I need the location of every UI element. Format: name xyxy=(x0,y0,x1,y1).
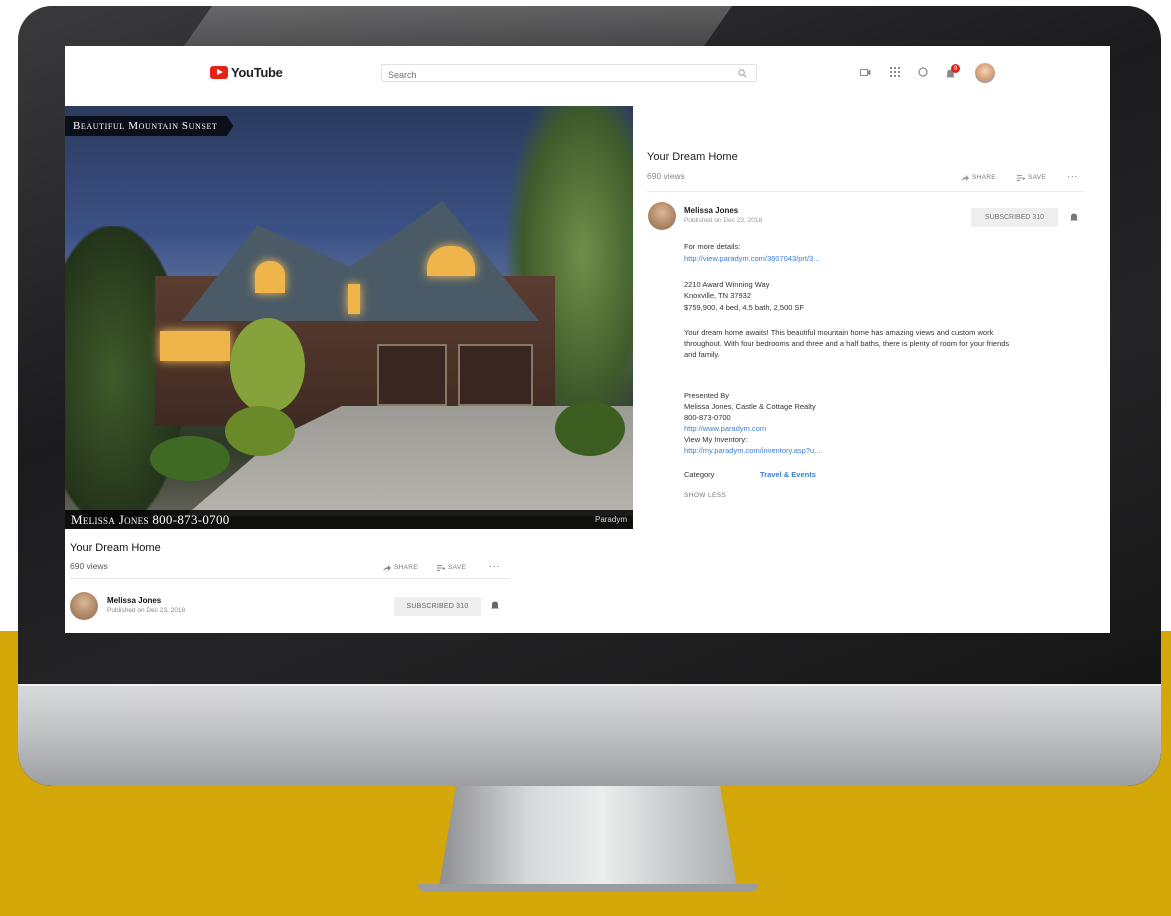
monitor-stand xyxy=(438,786,738,892)
channel-avatar[interactable] xyxy=(70,592,98,620)
show-less-button[interactable]: SHOW LESS xyxy=(684,492,726,499)
video-scene-shrub xyxy=(225,406,295,456)
house-window xyxy=(255,261,285,293)
house-window xyxy=(348,284,360,314)
agent-line: Melissa Jones, Castle & Cottage Realty xyxy=(684,402,816,411)
channel-name[interactable]: Melissa Jones xyxy=(684,206,738,215)
view-count: 690 views xyxy=(647,171,685,181)
video-overlay-title: Beautiful Mountain Sunset xyxy=(65,116,234,136)
bell-icon[interactable] xyxy=(490,600,500,610)
publish-date: Published on Dec 23, 2018 xyxy=(107,607,186,614)
browser-screen: YouTube 9 xyxy=(65,46,1110,633)
category-link[interactable]: Travel & Events xyxy=(760,470,816,479)
garage-door xyxy=(458,344,533,406)
description-text: throughout. With four bedrooms and three… xyxy=(684,339,1010,348)
address-line: 2210 Award Winning Way xyxy=(684,280,770,289)
playlist-add-icon xyxy=(1017,174,1025,181)
stage: YouTube 9 xyxy=(0,0,1171,916)
house-window xyxy=(160,331,230,361)
menu-icon[interactable] xyxy=(181,67,195,79)
more-dots-icon[interactable]: ··· xyxy=(489,561,500,572)
apps-grid-icon[interactable] xyxy=(890,67,900,77)
website-link[interactable]: http://www.paradym.com xyxy=(684,423,766,434)
share-button[interactable]: SHARE xyxy=(961,174,996,181)
video-overlay-bar: Melissa Jones 800-873-0700 Paradym xyxy=(65,510,633,529)
more-dots-icon[interactable]: ··· xyxy=(1067,171,1078,182)
youtube-play-icon xyxy=(210,65,228,79)
video-scene-shrub xyxy=(150,436,230,481)
details-label: For more details: xyxy=(684,242,741,251)
notifications-button[interactable]: 9 xyxy=(945,64,961,80)
subscribed-button[interactable]: SUBSCRIBED 310 xyxy=(971,208,1058,227)
chat-icon[interactable] xyxy=(918,67,928,77)
phone-number: 800-873-0700 xyxy=(684,413,731,422)
share-button[interactable]: SHARE xyxy=(383,564,418,571)
video-overlay-brand: Paradym xyxy=(594,515,627,524)
subscribed-button[interactable]: SUBSCRIBED 310 xyxy=(394,597,481,616)
description-text: Your dream home awaits! This beautiful m… xyxy=(684,328,994,337)
video-title: Your Dream Home xyxy=(647,151,738,163)
save-label: SAVE xyxy=(448,564,467,571)
monitor-chin-edge xyxy=(18,684,1161,686)
monitor-stand-base xyxy=(418,884,758,892)
playlist-add-icon xyxy=(437,564,445,571)
save-button[interactable]: SAVE xyxy=(437,564,466,571)
share-arrow-icon xyxy=(383,564,391,571)
monitor-chin xyxy=(18,684,1161,786)
price-line: $759,900, 4 bed, 4.5 bath, 2,500 SF xyxy=(684,303,805,312)
search-box xyxy=(381,64,757,83)
inventory-link[interactable]: http://my.paradym.com/inventory.asp?u... xyxy=(684,445,820,456)
inventory-label: View My Inventory: xyxy=(684,435,748,444)
divider xyxy=(647,191,1085,192)
share-arrow-icon xyxy=(961,174,969,181)
search-input[interactable] xyxy=(382,67,702,83)
video-title: Your Dream Home xyxy=(70,542,161,554)
save-label: SAVE xyxy=(1028,174,1047,181)
top-bar: YouTube 9 xyxy=(65,46,1110,104)
logo-text: YouTube xyxy=(231,64,283,80)
share-label: SHARE xyxy=(394,564,418,571)
details-link[interactable]: http://view.paradym.com/3607043/prt/3... xyxy=(684,253,820,264)
address-line: Knoxville, TN 37932 xyxy=(684,291,751,300)
channel-name[interactable]: Melissa Jones xyxy=(107,596,161,605)
youtube-logo[interactable]: YouTube xyxy=(210,64,283,80)
bell-icon[interactable] xyxy=(1069,212,1079,222)
presented-by: Presented By xyxy=(684,391,730,400)
video-overlay-contact: Melissa Jones 800-873-0700 xyxy=(71,511,230,527)
notification-badge: 9 xyxy=(951,64,960,73)
save-button[interactable]: SAVE xyxy=(1017,174,1046,181)
video-player[interactable]: Beautiful Mountain Sunset Melissa Jones … xyxy=(65,106,633,529)
share-label: SHARE xyxy=(972,174,996,181)
category-label: Category xyxy=(684,470,715,479)
search-button[interactable] xyxy=(727,65,757,81)
video-scene-tree xyxy=(230,318,305,413)
channel-avatar[interactable] xyxy=(648,202,676,230)
video-camera-icon[interactable] xyxy=(860,68,871,77)
garage-door xyxy=(377,344,447,406)
view-count: 690 views xyxy=(70,561,108,571)
divider xyxy=(70,578,510,579)
description-text: and family. xyxy=(684,350,720,359)
search-icon xyxy=(737,68,746,77)
publish-date: Published on Dec 23, 2018 xyxy=(684,217,763,224)
account-avatar[interactable] xyxy=(975,63,995,83)
video-scene-shrub xyxy=(555,401,625,456)
